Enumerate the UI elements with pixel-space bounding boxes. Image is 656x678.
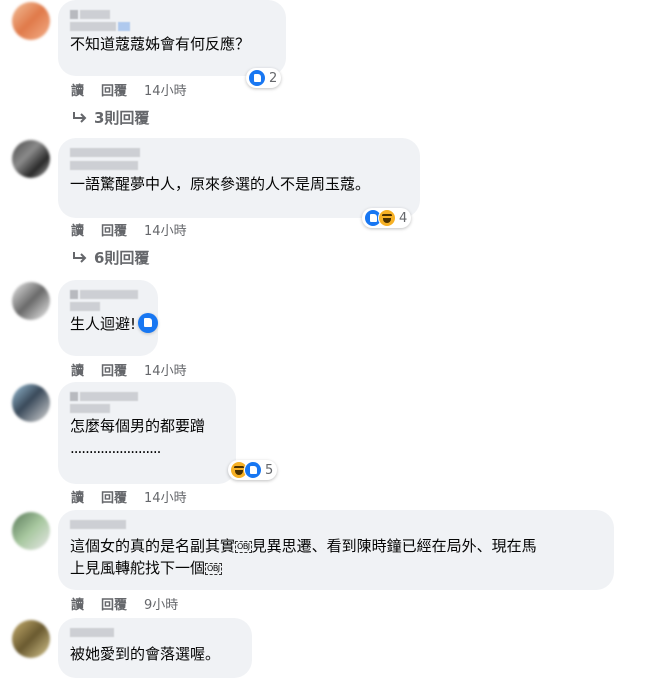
view-replies-link[interactable]: 6則回覆 (72, 247, 149, 268)
comment-text: 被她愛到的會落選喔。 (70, 645, 221, 663)
comment-text-part: 這個女的真的是名副其實 (70, 537, 236, 555)
comment-text-part: 見異思遷、看到陳時鐘已經在局外、現在馬 (251, 537, 537, 555)
reply-arrow-icon (73, 111, 87, 123)
replies-count: 6則回覆 (94, 249, 150, 267)
timestamp[interactable]: 14小時 (144, 360, 187, 379)
timestamp[interactable]: 14小時 (144, 487, 187, 506)
comment-text: 生人迴避! (70, 313, 159, 335)
reply-button[interactable]: 回覆 (101, 360, 127, 379)
commenter-name[interactable] (70, 7, 274, 21)
timestamp[interactable]: 14小時 (144, 220, 187, 239)
commenter-name-line2 (70, 301, 146, 311)
comment-text-line2: ........................ (70, 439, 161, 457)
reply-button[interactable]: 回覆 (101, 594, 127, 613)
comment-actions: 讀 回覆 14小時 (71, 487, 187, 506)
comment-text: 怎麼每個男的都要蹭 (70, 417, 206, 435)
commenter-name-line2 (70, 21, 274, 31)
comment-text-line2: 上見風轉舵找下一個 OBJ (70, 557, 602, 579)
read-button[interactable]: 讀 (71, 360, 84, 379)
like-icon (244, 461, 262, 479)
avatar[interactable] (12, 2, 50, 40)
read-button[interactable]: 讀 (71, 80, 84, 99)
avatar[interactable] (12, 512, 50, 550)
comment-text-body: 生人迴避! (70, 315, 137, 333)
reaction-count: 4 (399, 210, 408, 226)
comment-bubble: 這個女的真的是名副其實 OBJ 見異思遷、看到陳時鐘已經在局外、現在馬 上見風轉舵找… (58, 510, 614, 590)
commenter-name[interactable] (70, 287, 146, 301)
reaction-summary[interactable]: 5 (228, 460, 278, 480)
read-button[interactable]: 讀 (71, 220, 84, 239)
avatar[interactable] (12, 620, 50, 658)
read-button[interactable]: 讀 (71, 487, 84, 506)
reply-button[interactable]: 回覆 (101, 487, 127, 506)
replies-count: 3則回覆 (94, 109, 150, 127)
commenter-name[interactable] (70, 145, 408, 159)
timestamp[interactable]: 9小時 (144, 594, 178, 613)
commenter-name-line2 (70, 403, 224, 413)
comment-bubble: 生人迴避! (58, 280, 159, 356)
reply-button[interactable]: 回覆 (101, 220, 127, 239)
comment-bubble: 被她愛到的會落選喔。 (58, 618, 252, 678)
view-replies-link[interactable]: 3則回覆 (72, 107, 149, 128)
commenter-name[interactable] (70, 517, 602, 531)
read-button[interactable]: 讀 (71, 594, 84, 613)
timestamp[interactable]: 14小時 (144, 80, 187, 99)
comment-actions: 讀 回覆 9小時 (71, 594, 178, 613)
reply-button[interactable]: 回覆 (101, 80, 127, 99)
comment-text-part: 上見風轉舵找下一個 (70, 559, 206, 577)
comment-text: 一語驚醒夢中人，原來參選的人不是周玉蔻。 (70, 175, 371, 193)
haha-icon (378, 209, 396, 227)
commenter-name-line2 (70, 159, 408, 171)
comment-bubble: 怎麼每個男的都要蹭 ........................ (58, 382, 236, 484)
like-icon[interactable] (138, 313, 159, 333)
comment-actions: 讀 回覆 14小時 (71, 220, 187, 239)
reaction-summary[interactable]: 4 (362, 208, 412, 228)
avatar[interactable] (12, 384, 50, 422)
avatar[interactable] (12, 140, 50, 178)
like-icon (248, 69, 266, 87)
obj-placeholder-icon: OBJ (205, 563, 222, 575)
comment-actions: 讀 回覆 14小時 (71, 360, 187, 379)
comment-bubble: 不知道蔻蔻姊會有何反應？ (58, 0, 286, 76)
comment-bubble: 一語驚醒夢中人，原來參選的人不是周玉蔻。 (58, 138, 420, 218)
reaction-summary[interactable]: 2 (246, 68, 282, 88)
commenter-name[interactable] (70, 625, 240, 639)
reply-arrow-icon (73, 251, 87, 263)
reaction-count: 5 (265, 462, 274, 478)
comment-text: 這個女的真的是名副其實 OBJ 見異思遷、看到陳時鐘已經在局外、現在馬 (70, 535, 602, 557)
obj-placeholder-icon: OBJ (235, 541, 252, 553)
comment-actions: 讀 回覆 14小時 (71, 80, 187, 99)
comment-text: 不知道蔻蔻姊會有何反應？ (70, 35, 251, 53)
avatar[interactable] (12, 282, 50, 320)
reaction-count: 2 (269, 70, 278, 86)
commenter-name[interactable] (70, 389, 224, 403)
